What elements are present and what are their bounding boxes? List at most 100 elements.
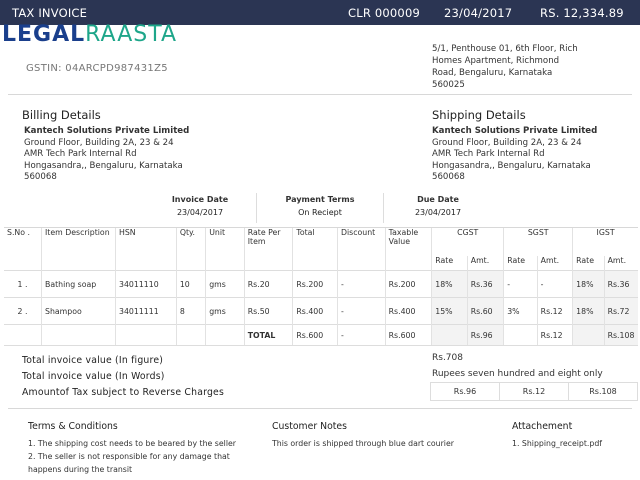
invoice-date-value: 23/04/2017 [176, 208, 224, 217]
terms-title: Terms & Conditions [28, 421, 118, 432]
terms-item: happens during the transit [28, 465, 133, 474]
reverse-charge-label: Amountof Tax subject to Reverse Charges [22, 387, 225, 398]
customer-notes: This order is shipped through blue dart … [272, 439, 454, 448]
shipping-line: AMR Tech Park Internal Rd [432, 149, 545, 160]
total-igst-amt: Rs.108 [603, 324, 638, 346]
cell-sgst-rate: - [503, 270, 538, 298]
total-taxable: Rs.600 [384, 324, 432, 346]
company-address-line: Road, Bengaluru, Karnataka [432, 68, 553, 78]
total-cgst-amt: Rs.96 [466, 324, 504, 346]
col-total: Total [292, 228, 338, 271]
billing-address: Kantech Solutions Private Limited Ground… [24, 126, 189, 184]
company-address-line: 5/1, Penthouse 01, 6th Floor, Rich [432, 44, 578, 54]
reverse-cgst: Rs.96 [430, 382, 500, 401]
cell-discount: - [336, 297, 386, 325]
terms-item: 1. The shipping cost needs to be beared … [28, 439, 237, 448]
due-date-value: 23/04/2017 [414, 208, 462, 217]
cgst-rate-header: Rate [431, 256, 468, 271]
col-discount: Discount [336, 228, 386, 271]
cell-igst-amt: Rs.36 [603, 270, 638, 298]
payment-terms-block: Payment Terms On Reciept [270, 193, 370, 219]
cell-sgst-rate: 3% [503, 297, 538, 325]
total-words-label: Total invoice value (In Words) [22, 371, 165, 382]
table-header-row: S.No . Item Description HSN Qty. Unit Ra… [4, 228, 638, 271]
logo-part1: LEGAL [2, 22, 86, 47]
sgst-rate-header: Rate [503, 256, 538, 271]
due-date-block: Due Date 23/04/2017 [398, 193, 478, 219]
cell-sgst-amt: - [536, 270, 573, 298]
cell-cgst-rate: 18% [431, 270, 468, 298]
logo-part2: RAASTA [85, 22, 178, 47]
cgst-amt-header: Amt. [466, 256, 504, 271]
cell-discount: - [336, 270, 386, 298]
cell-taxable: Rs.200 [384, 270, 432, 298]
table-row: 2 . Shampoo 34011111 8 gms Rs.50 Rs.400 … [4, 297, 638, 325]
cell-cgst-rate: 15% [431, 297, 468, 325]
cell-unit: gms [205, 270, 245, 298]
cell-unit: gms [205, 297, 245, 325]
attachment-link[interactable]: 1. Shipping_receipt.pdf [512, 437, 602, 450]
cell-igst-rate: 18% [572, 270, 605, 298]
invoice-date-block: Invoice Date 23/04/2017 [160, 193, 240, 219]
shipping-line: Ground Floor, Building 2A, 23 & 24 [432, 137, 582, 148]
col-sgst: SGST [503, 228, 573, 256]
divider [383, 193, 384, 223]
billing-line: Ground Floor, Building 2A, 23 & 24 [24, 137, 174, 148]
attachment-title: Attachement [512, 421, 573, 432]
cell-rate: Rs.50 [243, 297, 293, 325]
reverse-sgst: Rs.12 [499, 382, 569, 401]
billing-line: Hongasandra,, Bengaluru, Karnataka [24, 160, 183, 171]
gstin: GSTIN: 04ARCPD987431Z5 [26, 63, 168, 74]
invoice-number: CLR 000009 [348, 6, 420, 20]
total-figure-label: Total invoice value (In figure) [22, 355, 164, 366]
cell-sgst-amt: Rs.12 [536, 297, 573, 325]
shipping-line: Hongasandra,, Bengaluru, Karnataka [432, 160, 591, 171]
shipping-line: 560068 [432, 172, 465, 183]
billing-name: Kantech Solutions Private Limited [24, 126, 190, 136]
company-address-line: Homes Apartment, Richmond [432, 56, 560, 66]
total-discount: - [336, 324, 386, 346]
items-table: S.No . Item Description HSN Qty. Unit Ra… [4, 228, 638, 346]
cell-sno: 1 . [4, 270, 42, 298]
col-taxable: Taxable Value [384, 228, 432, 271]
col-qty: Qty. [175, 228, 206, 271]
total-words-value: Rupees seven hundred and eight only [432, 369, 603, 379]
notes-title: Customer Notes [272, 421, 347, 432]
company-address-line: 560025 [432, 80, 465, 90]
invoice-title: TAX INVOICE [12, 6, 88, 20]
cell-taxable: Rs.400 [384, 297, 432, 325]
shipping-name: Kantech Solutions Private Limited [432, 126, 598, 136]
total-sgst-amt: Rs.12 [536, 324, 573, 346]
invoice-amount: RS. 12,334.89 [540, 6, 624, 20]
billing-line: 560068 [24, 172, 57, 183]
cell-hsn: 34011110 [115, 270, 177, 298]
col-igst: IGST [572, 228, 638, 256]
table-total-row: TOTAL Rs.600 - Rs.600 Rs.96 Rs.12 Rs.108 [4, 324, 638, 346]
cell-sno: 2 . [4, 297, 42, 325]
terms-item: 2. The seller is not responsible for any… [28, 452, 230, 461]
shipping-address: Kantech Solutions Private Limited Ground… [432, 126, 597, 184]
cell-item: Shampoo [41, 297, 116, 325]
cell-item: Bathing soap [41, 270, 116, 298]
terms-list: 1. The shipping cost needs to be beared … [28, 437, 236, 476]
divider [256, 193, 257, 223]
cell-rate: Rs.20 [243, 270, 293, 298]
col-hsn: HSN [115, 228, 177, 271]
cell-cgst-amt: Rs.36 [466, 270, 504, 298]
payment-terms-label: Payment Terms [285, 195, 355, 204]
table-row: 1 . Bathing soap 34011110 10 gms Rs.20 R… [4, 270, 638, 298]
payment-terms-value: On Reciept [298, 208, 342, 217]
col-item: Item Description [41, 228, 116, 271]
col-unit: Unit [205, 228, 245, 271]
col-rate: Rate Per Item [243, 228, 293, 271]
cell-qty: 10 [175, 270, 206, 298]
cell-total: Rs.400 [292, 297, 338, 325]
sgst-amt-header: Amt. [536, 256, 573, 271]
reverse-igst: Rs.108 [568, 382, 638, 401]
cell-cgst-amt: Rs.60 [466, 297, 504, 325]
divider [8, 408, 632, 409]
legalraasta-logo: LEGALRAASTA [2, 22, 177, 47]
total-label: TOTAL [243, 324, 293, 346]
due-date-label: Due Date [417, 195, 459, 204]
cell-qty: 8 [175, 297, 206, 325]
